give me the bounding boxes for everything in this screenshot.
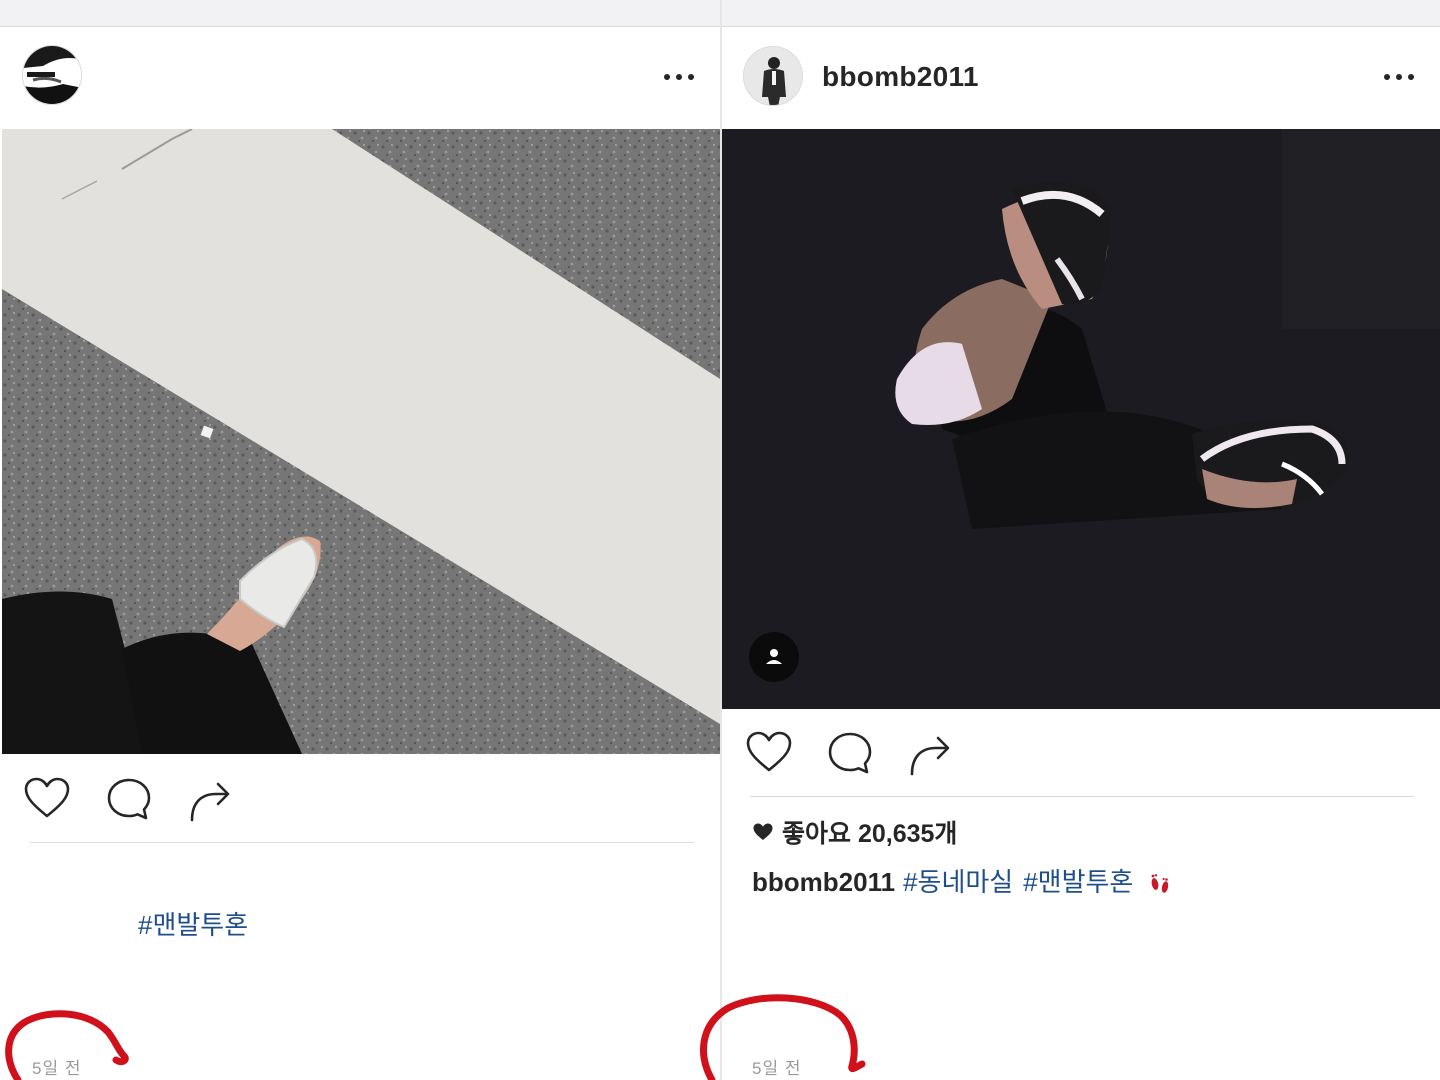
- post-username[interactable]: bbomb2011: [822, 61, 979, 93]
- caption-username[interactable]: bbomb2011: [752, 867, 895, 897]
- post-header: bbomb2011: [722, 27, 1440, 127]
- comment-icon[interactable]: [825, 728, 875, 778]
- screenshot-root: #맨발투혼 5일 전 bbomb2011 좋아요 20,635개 bbomb20…: [0, 0, 1440, 1080]
- hashtag-link[interactable]: #동네마실: [903, 867, 1013, 897]
- avatar[interactable]: [743, 46, 803, 106]
- divider: [30, 842, 694, 843]
- post-photo-crosswalk[interactable]: [2, 129, 720, 754]
- top-status-bar: [0, 0, 720, 27]
- heart-filled-icon: [753, 823, 773, 840]
- likes-count[interactable]: 좋아요 20,635개: [752, 814, 957, 850]
- heart-icon[interactable]: [744, 728, 794, 778]
- hashtag-link[interactable]: #맨발투혼: [138, 910, 248, 940]
- share-icon[interactable]: [186, 774, 236, 824]
- top-status-bar: [722, 0, 1440, 27]
- avatar[interactable]: [22, 45, 82, 105]
- post-photo-night-sandals[interactable]: [722, 129, 1440, 709]
- divider: [750, 796, 1414, 797]
- hashtag-link[interactable]: #맨발투혼: [1023, 867, 1133, 897]
- comment-icon[interactable]: [104, 774, 154, 824]
- more-options-icon[interactable]: [664, 67, 694, 87]
- action-bar: [722, 716, 1440, 786]
- share-icon[interactable]: [906, 728, 956, 778]
- post-timestamp: 5일 전: [32, 1059, 82, 1078]
- action-bar: [0, 762, 720, 832]
- post-timestamp: 5일 전: [752, 1059, 802, 1078]
- more-options-icon[interactable]: [1384, 67, 1414, 87]
- likes-text: 좋아요 20,635개: [782, 820, 958, 848]
- post-caption: bbomb2011 #동네마실 #맨발투혼: [752, 862, 1173, 899]
- post-left: #맨발투혼 5일 전: [0, 0, 720, 1080]
- post-right: bbomb2011 좋아요 20,635개 bbomb2011 #동네마실 #맨…: [722, 0, 1440, 1080]
- heart-icon[interactable]: [22, 774, 72, 824]
- footprints-icon: [1151, 874, 1169, 893]
- user-tag-icon[interactable]: [749, 632, 799, 682]
- post-header: [0, 27, 720, 127]
- post-caption: #맨발투혼: [138, 905, 258, 942]
